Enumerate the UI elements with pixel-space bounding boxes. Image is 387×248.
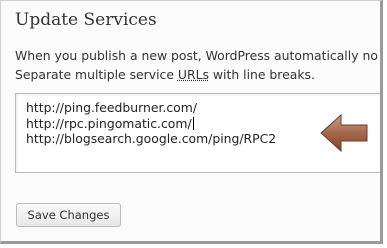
description-line-1: When you publish a new post, WordPress a… bbox=[15, 48, 378, 63]
update-services-description: When you publish a new post, WordPress a… bbox=[15, 46, 378, 84]
ping-url-with-cursor: http://rpc.pingomatic.com/ bbox=[26, 116, 276, 132]
ping-url: http://blogsearch.google.com/ping/RPC2 bbox=[26, 131, 277, 146]
urls-abbr: URLs bbox=[177, 67, 209, 82]
save-changes-button[interactable]: Save Changes bbox=[16, 203, 121, 227]
description-line-2: Separate multiple service URLs with line… bbox=[15, 65, 378, 84]
text-cursor bbox=[192, 116, 194, 130]
description-line-2-prefix: Separate multiple service bbox=[15, 67, 178, 82]
ping-url: http://ping.feedburner.com/ bbox=[26, 100, 197, 115]
update-services-panel: Update Services When you publish a new p… bbox=[0, 0, 383, 244]
ping-url-list: http://ping.feedburner.com/ http://rpc.p… bbox=[26, 100, 276, 147]
ping-url: http://rpc.pingomatic.com/ bbox=[26, 115, 192, 131]
arrow-left-icon bbox=[320, 113, 368, 153]
description-line-2-suffix: with line breaks. bbox=[208, 67, 315, 82]
section-heading: Update Services bbox=[15, 10, 157, 30]
